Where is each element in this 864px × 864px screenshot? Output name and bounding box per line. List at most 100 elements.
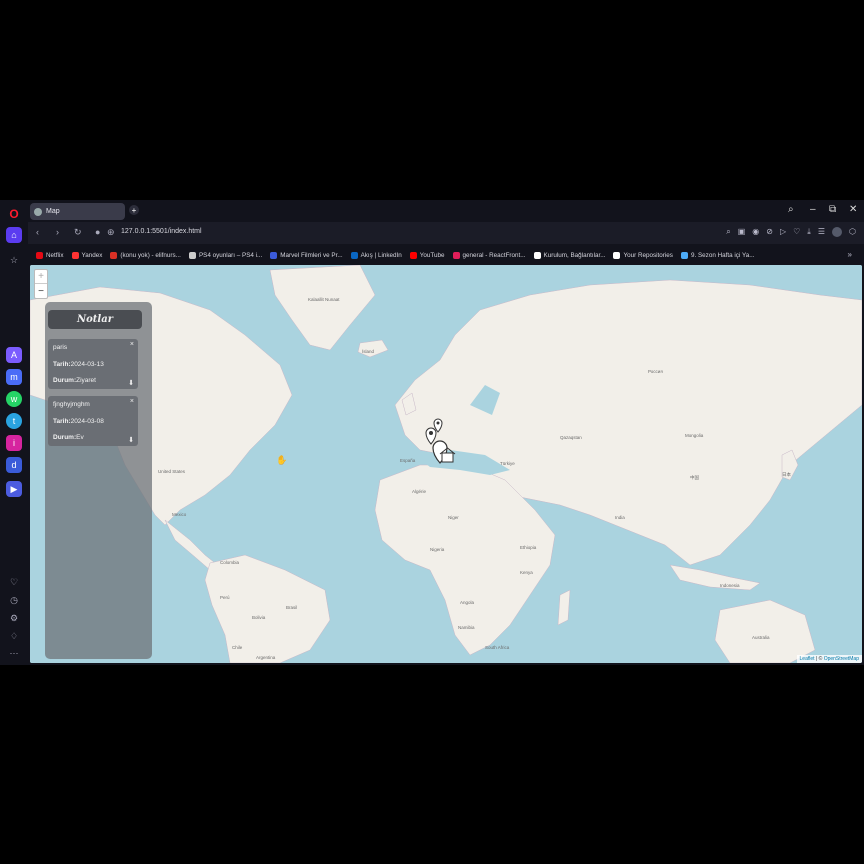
opera-logo-icon[interactable]: O — [6, 206, 22, 222]
notes-panel: Notlar × paris Tarih:2024-03-13 Durum:Zi… — [45, 302, 152, 659]
close-icon[interactable]: × — [130, 341, 134, 348]
search-icon[interactable]: ⌕ — [726, 227, 730, 237]
bookmark-item[interactable]: Akış | LinkedIn — [350, 251, 402, 259]
bookmark-item[interactable]: Netflix — [36, 251, 64, 259]
screenshot-icon[interactable]: ▣ — [738, 227, 746, 237]
attribution-separator: | © — [814, 656, 824, 662]
telegram-icon[interactable]: t — [6, 413, 22, 429]
easy-setup-icon[interactable]: ☰ — [818, 227, 825, 237]
label-usa: United States — [158, 469, 186, 474]
label-iceland: Ísland — [362, 349, 375, 354]
label-namibia: Namibia — [458, 625, 475, 630]
notes-title: Notlar — [48, 310, 142, 329]
tab-strip: Map + ⌕ – ⧉ ✕ — [28, 200, 864, 222]
lightbulb-icon[interactable]: ♢ — [6, 628, 22, 644]
download-icon[interactable]: ⬇ — [128, 436, 134, 444]
label-india: India — [615, 515, 625, 520]
new-tab-button[interactable]: + — [129, 205, 139, 215]
play-icon[interactable]: ▷ — [780, 227, 786, 237]
back-icon[interactable]: ‹ — [36, 227, 39, 237]
bookmark-favicon-icon — [71, 251, 79, 259]
download-icon[interactable]: ⬇ — [128, 379, 134, 387]
bookmark-item[interactable]: Marvel Filmleri ve Pr... — [270, 251, 343, 259]
note-card[interactable]: × fjnghyjmghm Tarih:2024-03-08 Durum:Ev … — [48, 396, 138, 446]
label-south-africa: South Africa — [485, 645, 510, 650]
avatar[interactable] — [832, 227, 843, 237]
bookmark-favicon-icon — [270, 251, 278, 259]
minimize-icon[interactable]: – — [810, 204, 816, 215]
aria-icon[interactable]: A — [6, 347, 22, 363]
label-mongolia: Mongolia — [685, 433, 704, 438]
camera-icon[interactable]: ◉ — [752, 227, 759, 237]
speed-dial-icon[interactable]: ☆ — [6, 252, 22, 268]
more-icon[interactable]: ··· — [6, 645, 22, 661]
restore-icon[interactable]: ⧉ — [829, 204, 836, 215]
bookmark-label: Your Repositories — [623, 251, 673, 259]
close-icon[interactable]: × — [130, 398, 134, 405]
bookmark-item[interactable]: Your Repositories — [613, 251, 673, 259]
note-date-label: Tarih: — [53, 418, 71, 425]
bookmark-label: Netflix — [46, 251, 64, 259]
site-info-icon[interactable]: ⊕ — [107, 227, 115, 238]
bookmark-item[interactable]: YouTube — [409, 251, 445, 259]
favorite-icon[interactable]: ♡ — [793, 227, 800, 237]
bookmark-item[interactable]: Kurulum, Bağlantılar... — [533, 251, 605, 259]
label-spain: España — [400, 458, 416, 463]
tab-search-icon[interactable]: ⌕ — [788, 204, 794, 215]
download-icon[interactable]: ⤓ — [807, 227, 811, 237]
bookmark-favicon-icon — [188, 251, 196, 259]
close-icon[interactable]: ✕ — [849, 204, 857, 215]
heart-icon[interactable]: ♡ — [6, 574, 22, 590]
bookmark-label: general - ReactFront... — [462, 251, 526, 259]
extension-icon[interactable]: ▶ — [6, 481, 22, 497]
label-nigeria: Nigeria — [430, 547, 445, 552]
browser-sidebar: O ⌂ ☆ A m w t i d ▶ ♡ ◷ ⚙ ♢ ··· — [0, 200, 28, 665]
messenger-icon[interactable]: m — [6, 369, 22, 385]
address-bar: ‹ › ↻ ● ⊕ 127.0.0.1:5501/index.html ⌕ ▣ … — [28, 222, 864, 244]
label-chile: Chile — [232, 645, 243, 650]
note-date: 2024-03-08 — [70, 418, 104, 425]
label-peru: Perú — [220, 595, 230, 600]
label-turkey: Türkiye — [500, 461, 515, 466]
zoom-in-button[interactable]: + — [35, 270, 47, 284]
bookmark-label: (konu yok) - elifnurs... — [120, 251, 181, 259]
browser-window: O ⌂ ☆ A m w t i d ▶ ♡ ◷ ⚙ ♢ ··· Map + ⌕ … — [0, 200, 864, 665]
url-field[interactable]: 127.0.0.1:5501/index.html — [121, 228, 202, 235]
label-angola: Angola — [460, 600, 475, 605]
forward-icon[interactable]: › — [56, 227, 59, 237]
reload-icon[interactable]: ↻ — [74, 227, 82, 238]
label-greenland: Kalaallit Nunaat — [308, 297, 340, 302]
note-card[interactable]: × paris Tarih:2024-03-13 Durum:Ziyaret ⬇ — [48, 339, 138, 389]
bookmarks-more-icon[interactable]: » — [848, 250, 852, 259]
whatsapp-icon[interactable]: w — [6, 391, 22, 407]
map-view[interactable]: Kalaallit Nunaat Ísland Россия United State… — [30, 265, 862, 663]
cursor-hand-icon: ✋ — [276, 455, 288, 465]
leaflet-link[interactable]: Leaflet — [800, 656, 815, 662]
bookmark-item[interactable]: general - ReactFront... — [452, 251, 526, 259]
bookmarks-bar: Netflix Yandex (konu yok) - elifnurs... PS4… — [28, 247, 864, 263]
bookmark-item[interactable]: (konu yok) - elifnurs... — [110, 251, 181, 259]
settings-icon[interactable]: ⚙ — [6, 610, 22, 626]
bookmark-label: PS4 oyunları – PS4 i... — [198, 251, 263, 259]
adblock-icon[interactable]: ⊘ — [766, 227, 773, 237]
bookmark-favicon-icon — [680, 251, 688, 259]
bookmark-item[interactable]: 9. Sezon Hafta içi Ya... — [680, 251, 754, 259]
tab-map[interactable]: Map — [30, 203, 125, 220]
label-kenya: Kenya — [520, 570, 533, 575]
osm-link[interactable]: OpenStreetMap — [824, 656, 859, 662]
bookmark-label: YouTube — [419, 251, 445, 259]
history-icon[interactable]: ◷ — [6, 592, 22, 608]
bookmark-favicon-icon — [110, 251, 118, 259]
instagram-icon[interactable]: i — [6, 435, 22, 451]
map-tiles — [30, 265, 862, 663]
bookmark-item[interactable]: PS4 oyunları – PS4 i... — [188, 251, 263, 259]
label-brazil: Brasil — [286, 605, 298, 610]
label-bolivia: Bolivia — [252, 615, 266, 620]
home-icon[interactable]: ⌂ — [6, 227, 22, 243]
discord-icon[interactable]: d — [6, 457, 22, 473]
extensions-icon[interactable]: ⬡ — [849, 227, 856, 237]
zoom-out-button[interactable]: − — [35, 284, 47, 298]
bookmark-favicon-icon — [36, 251, 43, 259]
globe-icon — [34, 207, 42, 216]
bookmark-item[interactable]: Yandex — [71, 251, 102, 259]
